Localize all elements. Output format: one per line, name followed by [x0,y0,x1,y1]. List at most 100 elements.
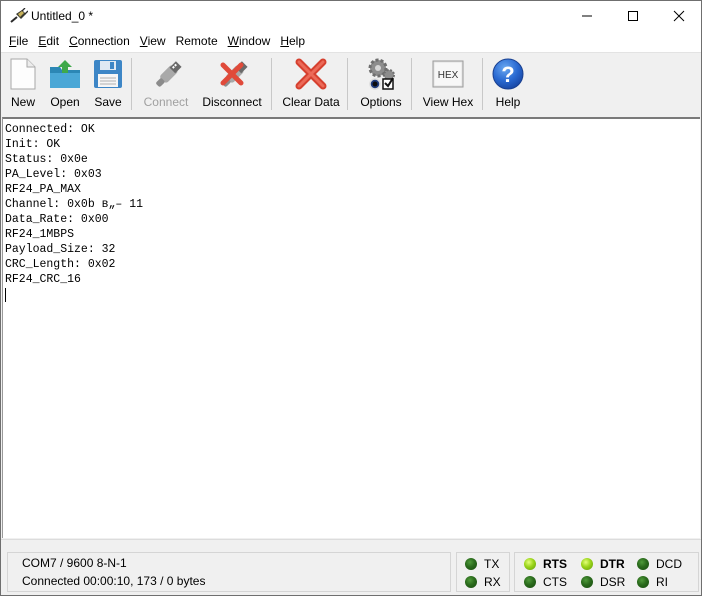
clear-data-label: Clear Data [282,95,340,109]
menu-connection[interactable]: Connection [64,31,135,52]
toolbar: New Open Save Connect Disconnect Clear D… [1,52,701,116]
new-document-icon [10,58,36,90]
open-folder-icon [50,60,80,88]
new-button[interactable]: New [9,56,37,112]
terminal-line: Connected: OK [5,123,95,136]
toolbar-separator [482,58,483,110]
gears-options-icon [368,58,395,90]
open-button[interactable]: Open [48,56,82,112]
close-icon [673,10,685,22]
open-label: Open [50,95,80,109]
text-cursor [5,288,6,302]
led-dsr: DSR [581,575,625,589]
title-bar: Untitled_0 * [1,1,701,31]
menu-file-label: ile [16,34,29,48]
connect-button[interactable]: Connect [142,56,190,112]
menu-edit-label: dit [46,34,60,48]
help-icon-text: ? [501,62,514,87]
menu-help-label: elp [288,34,305,48]
data-leds-panel: TX RX [456,552,510,592]
save-button[interactable]: Save [93,56,123,112]
options-button[interactable]: Options [359,56,403,112]
menu-bar: File Edit Connection View Remote Window … [1,31,701,52]
red-x-icon [295,58,327,90]
hex-icon: HEX [432,60,464,88]
led-dtr-label: DTR [600,557,625,571]
help-label: Help [495,95,521,109]
terminal-line: Status: 0x0e [5,153,88,166]
led-cts: CTS [524,575,567,589]
menu-window-accel: W [227,34,239,48]
menu-file[interactable]: File [4,31,33,52]
connection-status-panel: COM7 / 9600 8-N-1 Connected 00:00:10, 17… [7,552,451,592]
terminal-output[interactable]: Connected: OK Init: OK Status: 0x0e PA_L… [2,117,700,538]
disconnect-button[interactable]: Disconnect [202,56,262,112]
led-tx-label: TX [484,557,500,571]
terminal-line: RF24_PA_MAX [5,183,81,196]
led-ri-indicator-icon [637,576,649,588]
clear-data-button[interactable]: Clear Data [282,56,340,112]
led-ri: RI [637,575,668,589]
help-button[interactable]: ? Help [491,56,525,112]
led-rx-label: RX [484,575,501,589]
menu-help[interactable]: Help [275,31,310,52]
connection-info: Connected 00:00:10, 173 / 0 bytes [22,574,206,588]
led-dsr-label: DSR [600,575,626,589]
led-dtr-indicator-icon [581,558,593,570]
menu-remote[interactable]: Remote [171,31,223,52]
led-rx: RX [465,575,501,589]
close-button[interactable] [656,1,702,31]
connect-label: Connect [143,95,189,109]
led-dsr-indicator-icon [581,576,593,588]
terminal-line: CRC_Length: 0x02 [5,258,116,271]
options-label: Options [360,95,402,109]
menu-remote-label: Remote [175,34,218,48]
led-dtr[interactable]: DTR [581,557,625,571]
disconnect-label: Disconnect [202,95,262,109]
view-hex-button[interactable]: HEX View Hex [422,56,474,112]
led-rts-label: RTS [543,557,567,571]
minimize-icon [582,15,592,17]
terminal-line: PA_Level: 0x03 [5,168,102,181]
status-bar: COM7 / 9600 8-N-1 Connected 00:00:10, 17… [1,539,701,595]
view-hex-label: View Hex [422,95,474,109]
led-dcd-label: DCD [656,557,682,571]
new-label: New [10,95,35,109]
led-rts-indicator-icon [524,558,536,570]
toolbar-separator [411,58,412,110]
help-question-icon: ? [492,58,524,90]
terminal-lines: Connected: OK Init: OK Status: 0x0e PA_L… [3,119,700,302]
menu-help-accel: H [280,34,289,48]
menu-view[interactable]: View [135,31,171,52]
port-settings: COM7 / 9600 8-N-1 [22,556,127,570]
menu-edit[interactable]: Edit [33,31,64,52]
maximize-button[interactable] [610,1,656,31]
serial-plug-icon [10,8,28,23]
usb-disconnect-icon [220,61,248,87]
led-rts[interactable]: RTS [524,557,567,571]
terminal-line: RF24_1MBPS [5,228,75,241]
led-rx-indicator-icon [465,576,477,588]
minimize-button[interactable] [564,1,610,31]
signal-leds-panel: RTS CTS DTR DSR DCD RI [514,552,699,592]
menu-connection-label: onnection [77,34,130,48]
usb-plug-icon [156,61,182,87]
toolbar-separator [131,58,132,110]
menu-window-label: indow [238,34,271,48]
led-cts-indicator-icon [524,576,536,588]
floppy-disk-icon [94,60,122,88]
terminal-line: Payload_Size: 32 [5,243,116,256]
toolbar-separator [347,58,348,110]
led-ri-label: RI [656,575,668,589]
led-tx: TX [465,557,499,571]
led-cts-label: CTS [543,575,567,589]
hex-icon-text: HEX [438,70,459,81]
led-tx-indicator-icon [465,558,477,570]
menu-view-accel: V [139,34,148,48]
toolbar-separator [271,58,272,110]
led-dcd: DCD [637,557,682,571]
terminal-line: RF24_CRC_16 [5,273,81,286]
terminal-line: Init: OK [5,138,61,151]
menu-window[interactable]: Window [223,31,276,52]
terminal-line: Data_Rate: 0x00 [5,213,109,226]
